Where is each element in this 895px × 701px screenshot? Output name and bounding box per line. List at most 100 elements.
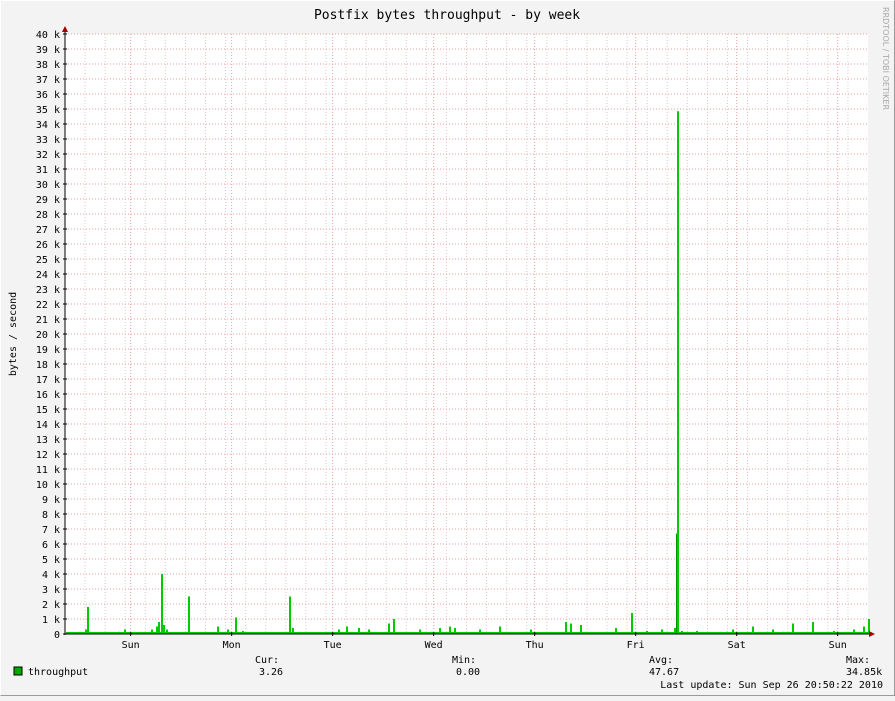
data-spike [812, 622, 814, 634]
data-spike [565, 622, 567, 634]
data-spike [358, 628, 360, 634]
data-spike [163, 625, 165, 634]
y-tick-label: 2 k [42, 600, 60, 611]
y-tick-label: 9 k [42, 495, 60, 506]
y-tick-label: 40 k [36, 30, 60, 41]
x-tick-label: Wed [425, 640, 443, 651]
data-spike [580, 625, 582, 634]
y-tick-label: 17 k [36, 375, 60, 386]
y-tick-label: 23 k [36, 285, 60, 296]
y-tick-label: 25 k [36, 255, 60, 266]
legend-label: throughput [28, 667, 88, 678]
x-tick-label: Tue [324, 640, 342, 651]
y-tick-label: 18 k [36, 360, 60, 371]
data-spike [661, 629, 663, 634]
y-axis-ticks: 0 1 k 2 k 3 k 4 k 5 k 6 k 7 k 8 k 9 k 10 k 11 k 12 k… [36, 30, 67, 641]
data-spike [346, 626, 348, 634]
y-axis-label: bytes / second [8, 292, 19, 376]
y-tick-label: 12 k [36, 450, 60, 461]
data-spike [217, 626, 219, 634]
y-tick-label: 11 k [36, 465, 60, 476]
x-tick-label: Mon [223, 640, 241, 651]
data-spike [792, 623, 794, 634]
x-tick-label: Fri [627, 640, 645, 651]
y-tick-label: 7 k [42, 525, 60, 536]
data-spike [853, 629, 855, 634]
data-spike [677, 111, 679, 634]
data-spike [454, 628, 456, 634]
throughput-chart: Postfix bytes throughput - by week bytes… [8, 7, 890, 691]
y-axis-arrow [62, 26, 68, 32]
y-tick-label: 4 k [42, 570, 60, 581]
y-tick-label: 10 k [36, 480, 60, 491]
y-tick-label: 19 k [36, 345, 60, 356]
x-tick-label: Sat [728, 640, 746, 651]
y-tick-label: 29 k [36, 195, 60, 206]
y-tick-label: 31 k [36, 165, 60, 176]
max-value: 34.85k [846, 667, 882, 678]
data-spike [161, 574, 163, 634]
cur-value: 3.26 [259, 667, 283, 678]
y-tick-label: 38 k [36, 60, 60, 71]
y-tick-label: 20 k [36, 330, 60, 341]
x-tick-label: Sun [829, 640, 847, 651]
data-spike [732, 629, 734, 634]
data-spike [393, 619, 395, 634]
x-axis-arrow [869, 631, 875, 637]
y-tick-label: 28 k [36, 210, 60, 221]
data-spike [292, 628, 294, 634]
y-tick-label: 30 k [36, 180, 60, 191]
y-tick-label: 34 k [36, 120, 60, 131]
chart-frame: Postfix bytes throughput - by week bytes… [0, 0, 895, 696]
data-spike [631, 613, 633, 634]
data-spike [235, 617, 237, 634]
y-tick-label: 5 k [42, 555, 60, 566]
data-spike [368, 629, 370, 634]
data-spike [570, 623, 572, 634]
data-spike [439, 628, 441, 634]
x-axis-ticks: Sun Mon Tue Wed Thu Fri Sat Sun [122, 632, 847, 651]
y-tick-label: 35 k [36, 105, 60, 116]
data-spike [124, 629, 126, 634]
data-spike [499, 626, 501, 634]
data-spike [863, 626, 865, 634]
rrdtool-watermark: RRDTOOL / TOBI OETIKER [881, 7, 890, 110]
y-tick-label: 15 k [36, 405, 60, 416]
y-tick-label: 27 k [36, 225, 60, 236]
y-tick-label: 37 k [36, 75, 60, 86]
data-spike [156, 626, 158, 634]
y-tick-label: 24 k [36, 270, 60, 281]
x-tick-label: Sun [122, 640, 140, 651]
data-spike [338, 629, 340, 634]
data-spike [419, 629, 421, 634]
data-spike [85, 629, 87, 634]
last-update: Last update: Sun Sep 26 20:50:22 2010 [660, 680, 883, 691]
max-label: Max: [846, 655, 870, 666]
data-spike [772, 629, 774, 634]
avg-value: 47.67 [649, 667, 679, 678]
legend-swatch [13, 666, 23, 676]
y-tick-label: 0 [54, 630, 60, 641]
y-tick-label: 3 k [42, 585, 60, 596]
y-tick-label: 39 k [36, 45, 60, 56]
grid [65, 33, 868, 635]
y-tick-label: 16 k [36, 390, 60, 401]
data-spike [289, 596, 291, 634]
data-spike [530, 629, 532, 634]
data-spike [479, 629, 481, 634]
min-label: Min: [452, 655, 476, 666]
y-tick-label: 33 k [36, 135, 60, 146]
data-spike [151, 629, 153, 634]
y-tick-label: 32 k [36, 150, 60, 161]
data-spike [674, 628, 676, 634]
y-tick-label: 6 k [42, 540, 60, 551]
y-tick-label: 1 k [42, 615, 60, 626]
data-spike [188, 626, 190, 634]
chart-title: Postfix bytes throughput - by week [314, 8, 580, 23]
y-tick-label: 26 k [36, 240, 60, 251]
cur-label: Cur: [255, 655, 279, 666]
data-spike [158, 622, 160, 634]
y-tick-label: 21 k [36, 315, 60, 326]
data-spike [388, 623, 390, 634]
data-spike [449, 626, 451, 634]
